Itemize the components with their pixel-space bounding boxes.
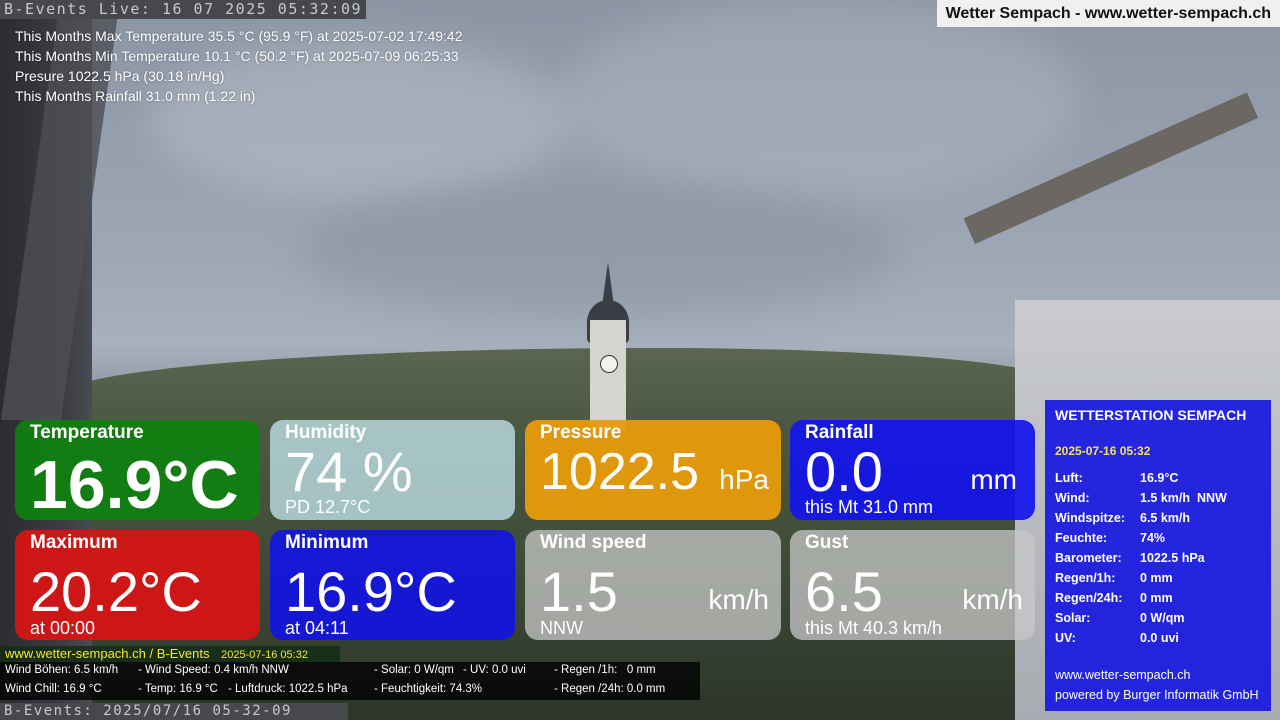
tile-sub: this Mt 40.3 km/h [805,618,943,638]
row-value: 16.9°C [1140,471,1179,485]
row-value: 1.5 km/h NNW [1140,491,1227,505]
panel-row-uv: UV: 0.0 uvi [1055,628,1227,648]
ticker-time: 2025-07-16 05:32 [221,649,308,661]
row-key: Feuchte: [1055,531,1108,545]
tile-sub: NNW [540,618,583,638]
cloud [560,0,1080,200]
row-value: 6.5 km/h [1140,511,1191,525]
tile-minimum: Minimum 16.9°C at 04:11 [270,530,515,640]
tile-unit: hPa [719,464,769,495]
row-key: Windspitze: [1055,511,1126,525]
bottom-timestamp-bar: B-Events: 2025/07/16 05-32-09 [0,703,348,720]
ticker-item: Wind Chill: 16.9 °C [5,683,102,695]
panel-row-windspitze: Windspitze: 6.5 km/h [1055,508,1227,528]
tile-value: 16.9°C [285,560,457,623]
row-key: Solar: [1055,611,1091,625]
ticker-item: - Temp: 16.9 °C [138,683,218,695]
panel-row-regen-24h: Regen/24h: 0 mm [1055,588,1227,608]
tile-sub: at 04:11 [285,618,349,638]
tile-title: Temperature [30,422,144,443]
ticker-header: www.wetter-sempach.ch / B-Events 2025-07… [0,646,340,662]
tile-value: 1.5 [540,560,618,623]
stat-max-temp: This Months Max Temperature 35.5 °C (95.… [15,28,463,44]
stat-min-temp: This Months Min Temperature 10.1 °C (50.… [15,48,459,64]
panel-footer-credit: powered by Burger Informatik GmbH [1055,688,1259,702]
row-value: 0 W/qm [1140,611,1185,625]
tile-value: 20.2°C [30,560,202,623]
tile-value: 1022.5 [540,443,700,501]
live-timestamp-bar: B-Events Live: 16 07 2025 05:32:09 [0,0,367,19]
tile-title: Maximum [30,532,118,553]
tile-sub: this Mt 31.0 mm [805,497,934,517]
row-value: 0.0 uvi [1140,631,1179,645]
panel-footer-url[interactable]: www.wetter-sempach.ch [1055,668,1190,682]
site-banner: Wetter Sempach - www.wetter-sempach.ch [936,0,1280,27]
tile-gust: Gust 6.5 km/h this Mt 40.3 km/h [790,530,1035,640]
row-key: Regen/24h: [1055,591,1123,605]
ticker-item: - Feuchtigkeit: 74.3% [374,683,483,695]
row-value: 0 mm [1140,571,1173,585]
tile-value: 74 % [285,440,413,503]
ticker-item: - Regen /24h: 0.0 mm [554,683,666,695]
panel-row-wind: Wind: 1.5 km/h NNW [1055,488,1227,508]
ticker: Wind Böhen: 6.5 km/h - Wind Speed: 0.4 k… [0,662,700,700]
row-value: 1022.5 hPa [1140,551,1205,565]
ticker-item: - Luftdruck: 1022.5 hPa [228,683,348,695]
row-value: 74% [1140,531,1166,545]
cloud [300,180,900,320]
panel-title: WETTERSTATION SEMPACH [1055,407,1247,423]
tile-title: Pressure [540,422,622,443]
row-key: Barometer: [1055,551,1122,565]
tile-pressure: Pressure 1022.5 hPa [525,420,781,520]
panel-row-solar: Solar: 0 W/qm [1055,608,1227,628]
row-key: Regen/1h: [1055,571,1116,585]
tile-wind-speed: Wind speed 1.5 km/h NNW [525,530,781,640]
panel-row-barometer: Barometer: 1022.5 hPa [1055,548,1227,568]
tile-rainfall: Rainfall 0.0 mm this Mt 31.0 mm [790,420,1035,520]
tile-title: Wind speed [540,532,647,553]
ticker-item: - Wind Speed: 0.4 km/h NNW [138,664,289,676]
tile-value: 16.9°C [30,447,239,520]
ticker-item: - UV: 0.0 uvi [463,664,526,676]
church-tower [590,320,626,430]
panel-row-feuchte: Feuchte: 74% [1055,528,1227,548]
panel-row-regen-1h: Regen/1h: 0 mm [1055,568,1227,588]
tile-temperature: Temperature 16.9°C [15,420,260,520]
ticker-item: Wind Böhen: 6.5 km/h [5,664,119,676]
row-key: Wind: [1055,491,1090,505]
tile-unit: km/h [962,584,1023,615]
tile-sub: at 00:00 [30,618,96,638]
station-panel: WETTERSTATION SEMPACH 2025-07-16 05:32 L… [1045,400,1271,711]
row-key: Luft: [1055,471,1083,485]
tile-value: 6.5 [805,560,883,623]
tile-title: Minimum [285,532,369,553]
tile-title: Gust [805,532,849,553]
stat-pressure: Presure 1022.5 hPa (30.18 in/Hg) [15,68,225,84]
panel-rows: Luft: 16.9°C Wind: 1.5 km/h NNW Windspitze… [1055,468,1227,648]
tile-humidity: Humidity 74 % PD 12.7°C [270,420,515,520]
ticker-item: - Regen /1h: 0 mm [554,664,656,676]
ticker-url[interactable]: www.wetter-sempach.ch / B-Events [5,646,209,661]
church-clock [600,355,618,373]
tile-sub: PD 12.7°C [285,497,371,517]
tile-maximum: Maximum 20.2°C at 00:00 [15,530,260,640]
stat-rainfall: This Months Rainfall 31.0 mm (1.22 in) [15,88,256,104]
panel-date: 2025-07-16 05:32 [1055,444,1151,458]
row-value: 0 mm [1140,591,1173,605]
tile-value: 0.0 [805,440,883,503]
tile-unit: mm [970,464,1017,495]
monthly-stats: This Months Max Temperature 35.5 °C (95.… [15,26,463,106]
row-key: UV: [1055,631,1076,645]
ticker-item: - Solar: 0 W/qm [374,664,454,676]
panel-row-luft: Luft: 16.9°C [1055,468,1227,488]
tile-unit: km/h [708,584,769,615]
